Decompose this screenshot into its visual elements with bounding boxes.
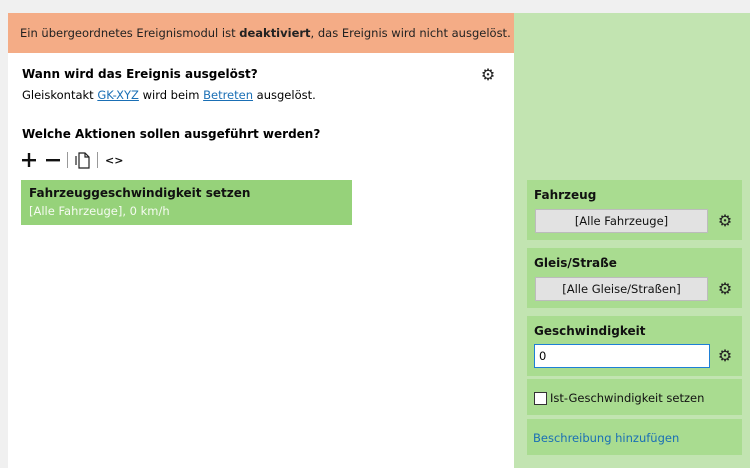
trigger-description: Gleiskontakt GK-XYZ wird beim Betreten a…	[22, 88, 316, 102]
trigger-settings-gear-icon[interactable]: ⚙	[480, 67, 496, 83]
deactivated-warning: Ein übergeordnetes Ereignismodul ist dea…	[8, 13, 514, 53]
actual-speed-checkbox[interactable]	[534, 392, 547, 405]
copy-action-button[interactable]	[75, 151, 90, 169]
speed-gear-icon[interactable]: ⚙	[717, 348, 733, 364]
event-editor: Ein übergeordnetes Ereignismodul ist dea…	[0, 0, 750, 468]
track-gear-icon[interactable]: ⚙	[717, 281, 733, 297]
toolbar-separator	[67, 152, 68, 168]
trigger-desc-middle: wird beim	[138, 88, 204, 102]
trigger-desc-suffix: ausgelöst.	[253, 88, 316, 102]
warning-bold: deaktiviert	[239, 26, 311, 40]
vehicle-select[interactable]: [Alle Fahrzeuge]	[535, 209, 708, 233]
plus-icon	[22, 153, 36, 167]
vehicle-label: Fahrzeug	[534, 188, 597, 202]
minus-icon	[46, 159, 60, 162]
trigger-desc-prefix: Gleiskontakt	[22, 88, 98, 102]
contact-link[interactable]: GK-XYZ	[97, 88, 139, 102]
description-property: Beschreibung hinzufügen	[527, 419, 742, 455]
code-view-button[interactable]: <>	[105, 154, 123, 167]
actual-speed-label[interactable]: Ist-Geschwindigkeit setzen	[550, 391, 704, 405]
track-label: Gleis/Straße	[534, 256, 617, 270]
speed-input[interactable]	[534, 344, 710, 368]
actual-speed-property: Ist-Geschwindigkeit setzen	[527, 379, 742, 415]
actions-toolbar: <>	[22, 150, 123, 170]
properties-sidebar: Fahrzeug [Alle Fahrzeuge] ⚙ Gleis/Straße…	[514, 13, 750, 468]
top-strip	[0, 0, 750, 13]
speed-property: Geschwindigkeit ⚙	[527, 316, 742, 376]
speed-label: Geschwindigkeit	[534, 324, 646, 338]
trigger-heading: Wann wird das Ereignis ausgelöst?	[22, 67, 258, 81]
actions-heading: Welche Aktionen sollen ausgeführt werden…	[22, 127, 321, 141]
add-action-button[interactable]	[22, 153, 36, 167]
event-panel: Ein übergeordnetes Ereignismodul ist dea…	[8, 13, 514, 468]
toolbar-separator	[97, 152, 98, 168]
copy-icon	[75, 151, 90, 169]
track-select[interactable]: [Alle Gleise/Straßen]	[535, 277, 708, 301]
remove-action-button[interactable]	[46, 153, 60, 167]
warning-prefix: Ein übergeordnetes Ereignismodul ist	[20, 26, 240, 40]
warning-suffix: , das Ereignis wird nicht ausgelöst.	[310, 26, 511, 40]
action-item[interactable]: Fahrzeuggeschwindigkeit setzen [Alle Fah…	[21, 180, 352, 225]
event-type-link[interactable]: Betreten	[203, 88, 253, 102]
vehicle-property: Fahrzeug [Alle Fahrzeuge] ⚙	[527, 180, 742, 240]
action-subtitle: [Alle Fahrzeuge], 0 km/h	[29, 204, 170, 218]
add-description-link[interactable]: Beschreibung hinzufügen	[533, 431, 679, 445]
vehicle-gear-icon[interactable]: ⚙	[717, 213, 733, 229]
track-property: Gleis/Straße [Alle Gleise/Straßen] ⚙	[527, 248, 742, 308]
action-title: Fahrzeuggeschwindigkeit setzen	[29, 186, 251, 200]
